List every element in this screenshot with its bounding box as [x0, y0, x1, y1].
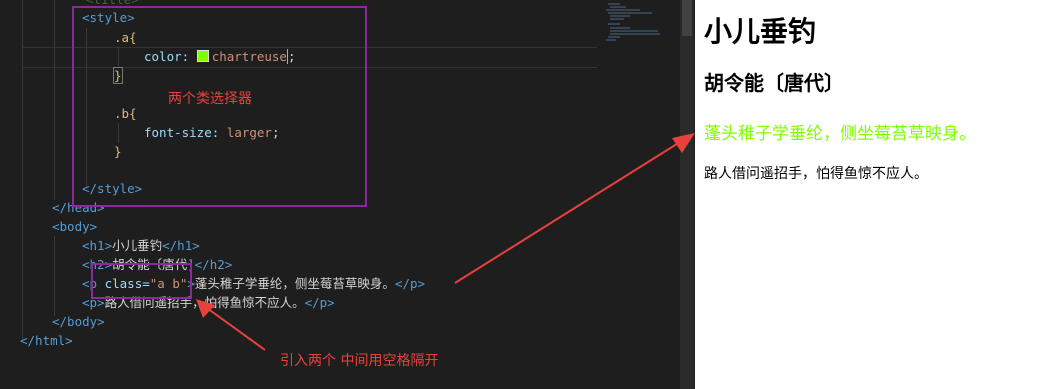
arrowhead-preview-icon [672, 133, 695, 153]
arrowhead-class-attr-icon [196, 299, 215, 318]
annotation-arrows [196, 133, 695, 351]
arrow-to-preview-line [454, 141, 681, 284]
